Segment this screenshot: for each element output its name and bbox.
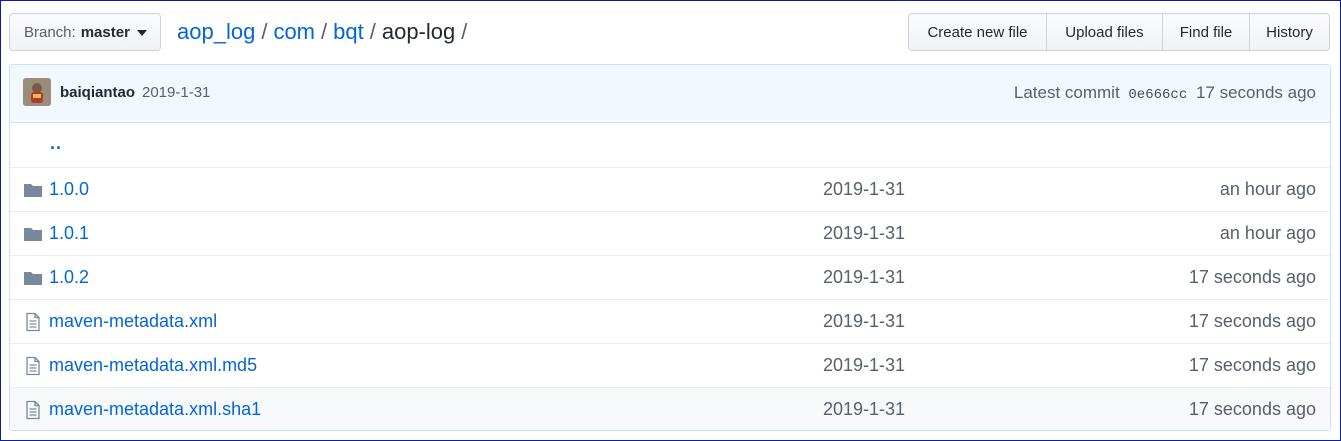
- file-row[interactable]: maven-metadata.xml.md5 2019-1-31 17 second…: [10, 343, 1330, 387]
- file-row[interactable]: maven-metadata.xml 2019-1-31 17 seconds ag…: [10, 299, 1330, 343]
- file-name-link[interactable]: maven-metadata.xml.sha1: [49, 399, 261, 420]
- file-name-link[interactable]: maven-metadata.xml.md5: [49, 355, 257, 376]
- breadcrumb: aop_log / com / bqt / aop-log /: [177, 17, 473, 47]
- file-icon: [23, 356, 43, 376]
- chevron-down-icon: [136, 30, 147, 36]
- latest-commit-label: Latest commit: [1013, 83, 1120, 102]
- breadcrumb-separator: /: [461, 19, 468, 44]
- branch-select-button[interactable]: Branch: master: [9, 13, 161, 51]
- file-row[interactable]: 1.0.1 2019-1-31 an hour ago: [10, 211, 1330, 255]
- file-name-link[interactable]: 1.0.2: [49, 267, 89, 288]
- commit-message[interactable]: 2019-1-31: [823, 179, 905, 200]
- commit-date[interactable]: 2019-1-31: [142, 84, 210, 101]
- breadcrumb-separator: /: [261, 19, 268, 44]
- commit-age: 17 seconds ago: [1188, 311, 1316, 331]
- commit-age: an hour ago: [1219, 223, 1316, 243]
- file-icon: [23, 400, 43, 420]
- create-new-file-button[interactable]: Create new file: [908, 13, 1047, 51]
- folder-icon: [23, 268, 43, 288]
- commit-age: 17 seconds ago: [1188, 355, 1316, 375]
- file-list: baiqiantao 2019-1-31 Latest commit 0e666…: [9, 64, 1331, 431]
- branch-name: master: [80, 23, 130, 41]
- breadcrumb-link-com[interactable]: com: [273, 19, 315, 44]
- breadcrumb-separator: /: [321, 19, 328, 44]
- commit-author[interactable]: baiqiantao: [60, 84, 135, 101]
- history-button[interactable]: History: [1249, 13, 1330, 51]
- parent-directory-row: ..: [10, 123, 1330, 167]
- commit-message[interactable]: 2019-1-31: [823, 311, 905, 332]
- file-name-link[interactable]: 1.0.1: [49, 223, 89, 244]
- upload-files-button[interactable]: Upload files: [1046, 13, 1163, 51]
- breadcrumb-link-bqt[interactable]: bqt: [333, 19, 364, 44]
- breadcrumb-link-repo[interactable]: aop_log: [177, 19, 255, 44]
- commit-message[interactable]: 2019-1-31: [823, 355, 905, 376]
- file-name-link[interactable]: 1.0.0: [49, 179, 89, 200]
- breadcrumb-current: aop-log: [381, 19, 456, 44]
- folder-icon: [23, 180, 43, 200]
- find-file-button[interactable]: Find file: [1162, 13, 1250, 51]
- file-row[interactable]: 1.0.2 2019-1-31 17 seconds ago: [10, 255, 1330, 299]
- file-name-link[interactable]: maven-metadata.xml: [49, 311, 217, 332]
- file-navigation: Branch: master aop_log / com / bqt / aop-log / …: [9, 13, 1330, 51]
- latest-commit: Latest commit 0e666cc 17 seconds ago: [1014, 83, 1316, 103]
- avatar[interactable]: [23, 78, 51, 106]
- breadcrumb-separator: /: [369, 19, 376, 44]
- parent-directory-link[interactable]: ..: [50, 133, 62, 154]
- branch-prefix: Branch:: [24, 23, 76, 41]
- commit-age: an hour ago: [1219, 179, 1316, 199]
- file-actions: Create new file Upload files Find file H…: [908, 13, 1330, 51]
- commit-message[interactable]: 2019-1-31: [823, 223, 905, 244]
- file-row[interactable]: maven-metadata.xml.sha1 2019-1-31 17 secon…: [10, 387, 1330, 430]
- commit-message[interactable]: 2019-1-31: [823, 399, 905, 420]
- commit-age: 17 seconds ago: [1195, 83, 1316, 102]
- commit-age: 17 seconds ago: [1188, 267, 1316, 287]
- commit-sha[interactable]: 0e666cc: [1128, 87, 1187, 103]
- file-row[interactable]: 1.0.0 2019-1-31 an hour ago: [10, 167, 1330, 211]
- folder-icon: [23, 224, 43, 244]
- commit-age: 17 seconds ago: [1188, 399, 1316, 419]
- commit-message[interactable]: 2019-1-31: [823, 267, 905, 288]
- commit-tease: baiqiantao 2019-1-31 Latest commit 0e666…: [10, 65, 1330, 123]
- file-icon: [23, 312, 43, 332]
